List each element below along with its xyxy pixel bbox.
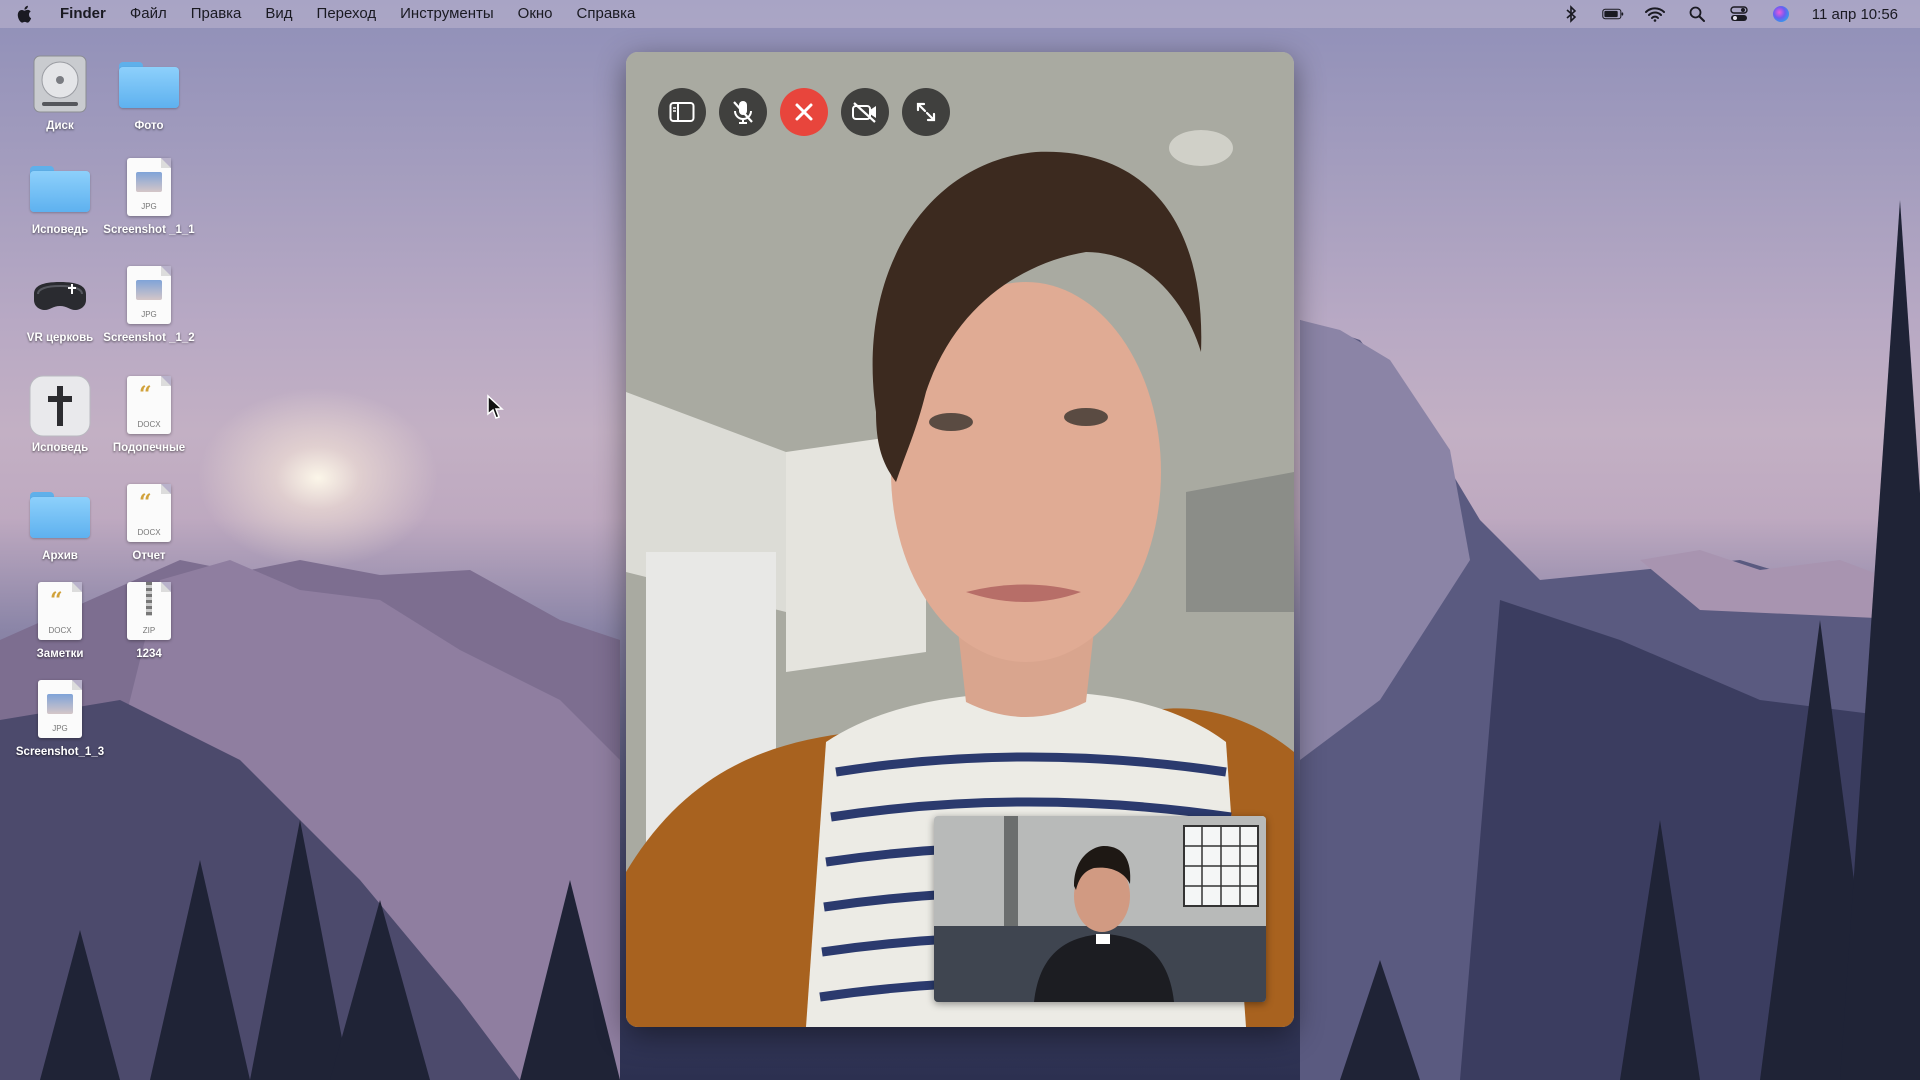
siri-icon[interactable]	[1770, 5, 1792, 23]
jpg-file-icon: JPG	[117, 156, 181, 220]
self-view-video[interactable]	[934, 816, 1266, 1002]
menu-help[interactable]: Справка	[565, 0, 648, 28]
docx-file-icon: “DOCX	[117, 482, 181, 546]
desktop-icon-label: Screenshot_1_3	[15, 746, 105, 758]
desktop-icon-screenshot-1-3[interactable]: JPG Screenshot_1_3	[14, 678, 106, 759]
jpg-file-icon: JPG	[28, 678, 92, 742]
desktop-icon-label: Диск	[46, 120, 74, 132]
desktop-icon-label: Screenshot _1_2	[103, 332, 195, 344]
battery-icon[interactable]	[1602, 5, 1624, 23]
desktop-icon-wards-doc[interactable]: “DOCX Подопечные	[103, 374, 195, 455]
jpg-file-icon: JPG	[117, 264, 181, 328]
wifi-icon[interactable]	[1644, 5, 1666, 23]
menu-file[interactable]: Файл	[118, 0, 179, 28]
menu-go[interactable]: Переход	[305, 0, 389, 28]
folder-icon	[117, 52, 181, 116]
fullscreen-icon[interactable]	[902, 88, 950, 136]
apple-menu-icon[interactable]	[0, 0, 48, 28]
docx-file-icon: “DOCX	[117, 374, 181, 438]
folder-icon	[28, 156, 92, 220]
desktop-icon-confession-folder[interactable]: Исповедь	[14, 156, 106, 237]
desktop-icon-notes-doc[interactable]: “DOCX Заметки	[14, 580, 106, 661]
cross-icon	[28, 374, 92, 438]
desktop-icon-screenshot-1-1[interactable]: JPG Screenshot _1_1	[103, 156, 195, 237]
desktop-icon-label: Исповедь	[31, 442, 89, 454]
desktop-icon-label: Исповедь	[31, 224, 89, 236]
call-controls	[658, 88, 950, 136]
desktop-icon-archive-folder[interactable]: Архив	[14, 482, 106, 563]
hard-disk-icon	[28, 52, 92, 116]
menu-window[interactable]: Окно	[506, 0, 565, 28]
menu-bar: Finder Файл Правка Вид Переход Инструмен…	[0, 0, 1920, 28]
desktop-icon-screenshot-1-2[interactable]: JPG Screenshot _1_2	[103, 264, 195, 345]
desktop-icon-label: Screenshot _1_1	[103, 224, 195, 236]
zip-file-icon: ZIP	[117, 580, 181, 644]
desktop-icon-vr-church[interactable]: VR церковь	[14, 264, 106, 345]
search-icon[interactable]	[1686, 5, 1708, 23]
menu-tools[interactable]: Инструменты	[388, 0, 506, 28]
mute-microphone-icon[interactable]	[719, 88, 767, 136]
desktop-icon-zip-1234[interactable]: ZIP 1234	[103, 580, 195, 661]
self-view-feed	[934, 816, 1266, 1002]
menu-view[interactable]: Вид	[253, 0, 304, 28]
desktop-icon-label: VR церковь	[26, 332, 94, 344]
folder-icon	[28, 482, 92, 546]
video-call-window[interactable]	[626, 52, 1294, 1027]
camera-off-icon[interactable]	[841, 88, 889, 136]
desktop-icon-report-doc[interactable]: “DOCX Отчет	[103, 482, 195, 563]
end-call-icon[interactable]	[780, 88, 828, 136]
desktop-icon-disk[interactable]: Диск	[14, 52, 106, 133]
desktop-icon-photo-folder[interactable]: Фото	[103, 52, 195, 133]
vr-headset-icon	[28, 264, 92, 328]
menu-clock[interactable]: 11 апр 10:56	[1812, 6, 1898, 23]
desktop-icon-label: Архив	[42, 550, 78, 562]
menu-edit[interactable]: Правка	[179, 0, 254, 28]
desktop-icon-label: Отчет	[132, 550, 166, 562]
docx-file-icon: “DOCX	[28, 580, 92, 644]
desktop-icon-label: Подопечные	[112, 442, 186, 454]
desktop-icon-label: Фото	[134, 120, 164, 132]
mouse-cursor-icon	[487, 394, 504, 419]
status-area: 11 апр 10:56	[1560, 0, 1898, 28]
sidebar-toggle-icon[interactable]	[658, 88, 706, 136]
desktop-icon-label: Заметки	[36, 648, 84, 660]
desktop-icon-label: 1234	[136, 648, 162, 660]
desktop-icon-confession-app[interactable]: Исповедь	[14, 374, 106, 455]
menu-app-finder[interactable]: Finder	[48, 0, 118, 28]
control-center-icon[interactable]	[1728, 5, 1750, 23]
bluetooth-icon[interactable]	[1560, 5, 1582, 23]
